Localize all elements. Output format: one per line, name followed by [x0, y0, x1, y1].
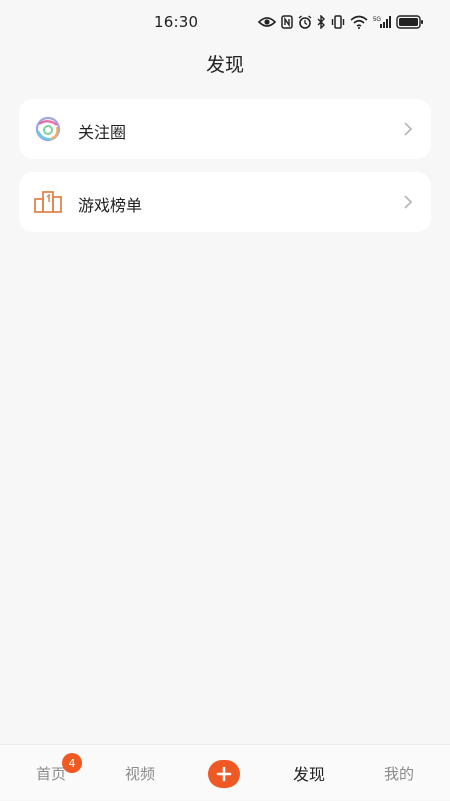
- tab-discover[interactable]: 发现: [264, 745, 354, 801]
- status-time: 16:30: [154, 13, 199, 31]
- tab-home[interactable]: 首页 4: [6, 745, 96, 801]
- list-item-game-ranking[interactable]: 游戏榜单: [19, 172, 431, 232]
- bluetooth-icon: [317, 15, 325, 29]
- nfc-icon: [281, 15, 293, 29]
- plus-icon: [216, 766, 232, 782]
- signal-5g-icon: 5G: [373, 16, 391, 28]
- tab-profile[interactable]: 我的: [354, 745, 444, 801]
- chevron-right-icon: [404, 122, 413, 136]
- battery-icon: [396, 15, 423, 29]
- chevron-right-icon: [404, 195, 413, 209]
- svg-text:5G: 5G: [373, 17, 381, 23]
- list-item-follow-circle[interactable]: 关注圈: [19, 99, 431, 159]
- circle-rings-icon: [33, 115, 63, 143]
- page-title: 发现: [205, 54, 244, 76]
- tab-label: 发现: [292, 765, 325, 784]
- wifi-icon: [350, 15, 368, 29]
- list-item-label: 游戏榜单: [78, 196, 143, 215]
- status-icons: 5G: [258, 13, 424, 31]
- add-button[interactable]: [208, 760, 240, 788]
- vibrate-icon: [331, 15, 345, 29]
- tab-video[interactable]: 视频: [95, 745, 185, 801]
- tab-label: 视频: [124, 764, 155, 783]
- list-item-label: 关注圈: [78, 123, 127, 142]
- notification-badge: 4: [62, 753, 82, 773]
- status-bar: 16:30 5G: [0, 0, 450, 44]
- alarm-icon: [298, 15, 312, 29]
- podium-icon: [33, 188, 63, 216]
- eye-icon: [258, 17, 276, 27]
- bottom-tab-bar: 首页 4 视频 发现 我的: [0, 744, 450, 800]
- tab-label: 我的: [383, 764, 414, 783]
